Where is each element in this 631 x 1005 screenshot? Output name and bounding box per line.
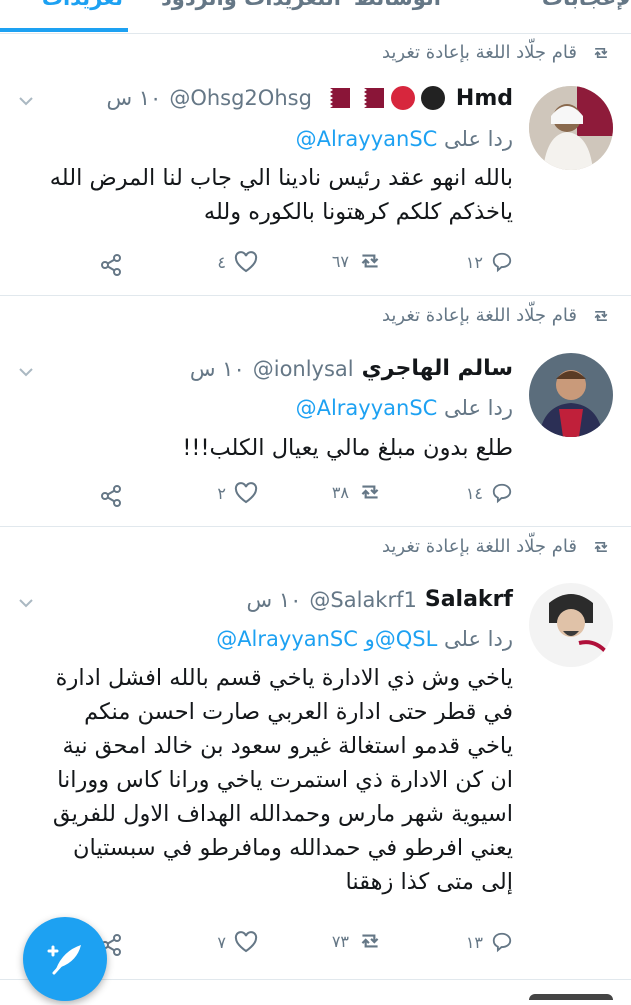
retweet-icon: [361, 934, 379, 948]
tweet-text: ياخي وش ذي الادارة ياخي قسم بالله افشل ا…: [18, 661, 513, 899]
reply-button[interactable]: ١٤: [466, 482, 513, 504]
retweet-icon: [594, 47, 608, 58]
tweet-text-line: ياخي قدمو استغالة غيرو سعود بن خالد امحق…: [62, 733, 513, 759]
tweet-text-line: يعني افرطو في حمدالله ومافرطو في سبستيان: [72, 835, 513, 861]
retweet-icon: [594, 541, 608, 552]
retweet-label: قام جلّاد اللغة بإعادة تغريد: [381, 42, 577, 63]
reply-context: ردا على @AlrayyanSC: [296, 127, 513, 151]
tweet-text-line: ياخذكم كلكم كرهتونا بالكوره ولله: [203, 199, 513, 225]
tweet-text-line: إلى متى كذا زهقنا: [345, 869, 513, 895]
tweet-header: Salakrf @Salakrf1 ١٠ س: [247, 587, 513, 612]
retweet-icon: [594, 310, 608, 321]
retweet-label: قام جلّاد اللغة بإعادة تغريد: [381, 536, 577, 557]
retweet-button[interactable]: ٦٧: [332, 251, 383, 271]
reply-button[interactable]: ١٢: [466, 251, 513, 273]
retweet-context: قام جلّاد اللغة بإعادة تغريد: [382, 305, 611, 326]
reply-handle-link[interactable]: @AlrayyanSC: [296, 127, 438, 151]
reply-context: ردا على @AlrayyanSC و@QSL: [216, 627, 513, 651]
user-handle[interactable]: @ionlysal: [253, 357, 354, 381]
retweet-count: ٣٨: [331, 482, 349, 502]
reply-prefix: ردا على: [444, 127, 513, 151]
heart-icon: [234, 931, 258, 953]
retweet-count: ٦٧: [331, 251, 349, 271]
user-handle[interactable]: @Salakrf1: [309, 588, 416, 612]
user-handle[interactable]: @Ohsg2Ohsg: [169, 86, 312, 110]
tweet-time[interactable]: ١٠ س: [190, 357, 245, 381]
tweet-time[interactable]: ١٠ س: [106, 86, 161, 110]
red-circle-emoji: [390, 86, 415, 110]
tweet-header: سالم الهاجري @ionlysal ١٠ س: [190, 356, 513, 381]
tweet-text-line: ان كن الادارة ذي استمرت ياخي ورانا كاس و…: [57, 767, 513, 793]
reply-count: ١٢: [465, 252, 483, 272]
tweet-text: طلع بدون مبلغ مالي يعيال الكلب!!!: [18, 431, 513, 465]
tweet-header: Hmd @Ohsg2Ohsg ١٠ س: [106, 85, 513, 111]
like-count: ٧: [217, 932, 226, 952]
share-icon[interactable]: [99, 484, 123, 508]
heart-icon: [234, 482, 258, 504]
black-circle-emoji: [420, 86, 445, 110]
retweet-icon: [361, 254, 379, 268]
reply-button[interactable]: ١٣: [466, 931, 513, 953]
tweet-text-line: ياخي وش ذي الادارة ياخي قسم بالله افشل ا…: [55, 665, 513, 691]
chevron-down-icon[interactable]: [18, 595, 34, 611]
tweet-text-line: طلع بدون مبلغ مالي يعيال الكلب!!!: [182, 435, 513, 461]
qatar-flag-emojis: [319, 88, 384, 108]
retweet-icon: [361, 485, 379, 499]
qatar-flag-icon: [353, 88, 384, 108]
like-count: ٤: [217, 252, 226, 272]
qatar-flag-icon: [319, 88, 350, 108]
tab-likes[interactable]: الإعجابات: [542, 0, 631, 10]
tweet-actions: ١٤ ٣٨ ٢: [13, 482, 513, 512]
tab-tweets-replies[interactable]: التغريدات والردود: [161, 0, 341, 10]
display-name[interactable]: سالم الهاجري: [362, 356, 513, 381]
display-name[interactable]: Hmd: [456, 86, 513, 111]
like-button[interactable]: ٧: [217, 931, 258, 953]
reply-count: ١٤: [465, 483, 483, 503]
retweet-context: قام جلّاد اللغة بإعادة تغريد: [382, 536, 611, 557]
reply-handle-link[interactable]: @AlrayyanSC: [296, 396, 438, 420]
avatar[interactable]: [529, 86, 613, 170]
tweet-actions: ١٢ ٦٧ ٤: [13, 251, 513, 281]
heart-icon: [234, 251, 258, 273]
tweet-item[interactable]: قام جلّاد اللغة بإعادة تغريد Hmd @Ohsg2O…: [0, 33, 631, 296]
retweet-context: قام جلّاد اللغة بإعادة تغريد: [382, 42, 611, 63]
avatar[interactable]: [529, 583, 613, 667]
compose-feather-icon: [47, 945, 81, 975]
like-button[interactable]: ٤: [217, 251, 258, 273]
active-tab-indicator: [0, 28, 128, 32]
avatar[interactable]: [529, 353, 613, 437]
tweet-item[interactable]: قام جلّاد اللغة بإعادة تغريد Salakrf @Sa…: [0, 527, 631, 980]
retweet-count: ٧٣: [331, 931, 349, 951]
tweet-text-line: في قطر حتى ادارة العربي صارت احسن منكم: [84, 699, 513, 725]
share-icon[interactable]: [99, 253, 123, 277]
reply-prefix: ردا على: [444, 396, 513, 420]
tab-tweets[interactable]: تغريدات: [42, 0, 123, 10]
chevron-down-icon[interactable]: [18, 93, 34, 109]
reply-count: ١٣: [465, 932, 483, 952]
flag-emojis: [390, 85, 446, 111]
tweet-item[interactable]: قام جلّاد اللغة بإعادة تغريد سالم الهاجر…: [0, 296, 631, 527]
reply-prefix: ردا على: [444, 627, 513, 651]
tab-media[interactable]: الوسائط: [354, 0, 441, 10]
tweet-text-line: اسيوية شهر مارس وحمدالله الهداف الاول لل…: [52, 801, 513, 827]
retweet-button[interactable]: ٧٣: [332, 931, 383, 951]
like-count: ٢: [217, 483, 226, 503]
next-tweet-avatar-partial: [529, 994, 613, 1000]
reply-context: ردا على @AlrayyanSC: [296, 396, 513, 420]
reply-handle-link[interactable]: @AlrayyanSC و@QSL: [216, 627, 437, 651]
tweet-text-line: بالله انهو عقد رئيس نادينا الي جاب لنا ا…: [49, 165, 513, 191]
like-button[interactable]: ٢: [217, 482, 258, 504]
tweet-time[interactable]: ١٠ س: [247, 588, 302, 612]
retweet-button[interactable]: ٣٨: [332, 482, 383, 502]
display-name[interactable]: Salakrf: [425, 587, 513, 612]
reply-icon: [492, 932, 512, 953]
reply-icon: [492, 483, 512, 504]
reply-icon: [492, 252, 512, 273]
tweet-text: بالله انهو عقد رئيس نادينا الي جاب لنا ا…: [18, 161, 513, 229]
chevron-down-icon[interactable]: [18, 364, 34, 380]
retweet-label: قام جلّاد اللغة بإعادة تغريد: [381, 305, 577, 326]
profile-tabs: الإعجابات الوسائط التغريدات والردود تغري…: [0, 0, 631, 34]
compose-tweet-button[interactable]: [23, 917, 107, 1001]
